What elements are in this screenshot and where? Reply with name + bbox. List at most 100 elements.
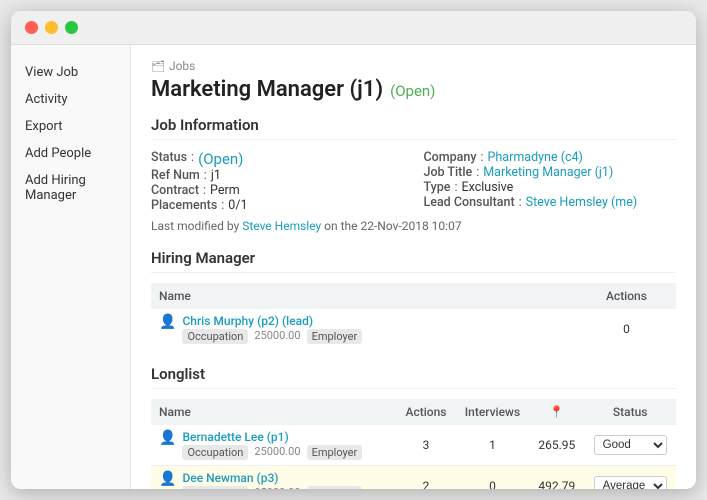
jobs-icon: 🗂 [151, 60, 165, 73]
content-area: View Job Activity Export Add People Add … [11, 45, 696, 489]
status-label: Status [151, 150, 187, 168]
ll-interviews-2: 0 [456, 466, 530, 490]
ll-occupation-tag-2: Occupation [182, 486, 248, 489]
refnum-value: j1 [211, 168, 221, 183]
breadcrumb-label: Jobs [169, 59, 195, 73]
contract-row: Contract : Perm [151, 183, 404, 198]
last-modified: Last modified by Steve Hemsley on the 22… [151, 219, 676, 233]
ll-status-select-1[interactable]: Good Average Poor [594, 435, 667, 455]
page-status-badge: (Open) [390, 82, 435, 100]
job-info-section: Job Information Status : (Open) Ref Num … [151, 116, 676, 233]
sidebar-item-add-hiring-manager[interactable]: Add Hiring Manager [11, 167, 130, 209]
sidebar-item-view-job[interactable]: View Job [11, 59, 130, 86]
main-window: View Job Activity Export Add People Add … [11, 11, 696, 489]
company-value[interactable]: Pharmadyne (c4) [488, 150, 583, 165]
hm-person-cell: 👤 Chris Murphy (p2) (lead) Occupation 25… [151, 309, 577, 349]
ll-person-name-1[interactable]: Bernadette Lee (p1) [182, 430, 362, 444]
last-modified-person[interactable]: Steve Hemsley [242, 219, 321, 233]
main-content: 🗂 Jobs Marketing Manager (j1) (Open) Job… [131, 45, 696, 489]
close-button[interactable] [25, 21, 38, 34]
ll-salary-2: 25000.00 [254, 486, 300, 489]
hm-actions-cell: 0 [577, 309, 676, 349]
sidebar-item-add-people[interactable]: Add People [11, 140, 130, 167]
ll-person-details-2: Occupation 25000.00 Employer [182, 486, 362, 489]
lead-consultant-label: Lead Consultant [424, 195, 515, 210]
ll-person-cell-2: 👤 Dee Newman (p3) Occupation 25000.00 Em… [151, 466, 397, 490]
hm-col-actions: Actions [577, 283, 676, 309]
person-icon: 👤 [159, 430, 176, 446]
hm-employer-tag: Employer [307, 329, 363, 344]
jobtitle-row: Job Title : Marketing Manager (j1) [424, 165, 677, 180]
hm-salary: 25000.00 [254, 329, 300, 344]
ll-person-name-2[interactable]: Dee Newman (p3) [182, 471, 362, 485]
ll-interviews-1: 1 [456, 425, 530, 466]
placements-row: Placements : 0/1 [151, 198, 404, 213]
job-info-left: Status : (Open) Ref Num : j1 Contract : [151, 150, 404, 213]
hiring-manager-title: Hiring Manager [151, 249, 676, 273]
ll-col-pin: 📍 [529, 399, 584, 425]
jobtitle-value[interactable]: Marketing Manager (j1) [483, 165, 613, 180]
company-row: Company : Pharmadyne (c4) [424, 150, 677, 165]
title-bar [11, 11, 696, 45]
ll-salary-1: 25000.00 [254, 445, 300, 460]
job-info-title: Job Information [151, 116, 676, 140]
lead-consultant-row: Lead Consultant : Steve Hemsley (me) [424, 195, 677, 210]
person-icon: 👤 [159, 471, 176, 487]
hiring-manager-section: Hiring Manager Name Actions 👤 [151, 249, 676, 349]
ll-col-actions: Actions [397, 399, 456, 425]
jobtitle-label: Job Title [424, 165, 473, 180]
hiring-manager-header-row: Name Actions [151, 283, 676, 309]
ll-pin-1: 265.95 [529, 425, 584, 466]
ll-person-info-2: Dee Newman (p3) Occupation 25000.00 Empl… [182, 471, 362, 489]
ll-col-interviews: Interviews [456, 399, 530, 425]
ll-employer-tag-1: Employer [307, 445, 363, 460]
last-modified-prefix: Last modified by [151, 219, 239, 233]
ll-person-details-1: Occupation 25000.00 Employer [182, 445, 362, 460]
placements-label: Placements [151, 198, 217, 213]
ll-employer-tag-2: Employer [307, 486, 363, 489]
ll-actions-1: 3 [397, 425, 456, 466]
maximize-button[interactable] [65, 21, 78, 34]
contract-value: Perm [210, 183, 240, 198]
hm-person-name[interactable]: Chris Murphy (p2) (lead) [182, 314, 362, 328]
longlist-header-row: Name Actions Interviews 📍 Status [151, 399, 676, 425]
hm-occupation-tag: Occupation [182, 329, 248, 344]
ll-occupation-tag-1: Occupation [182, 445, 248, 460]
contract-label: Contract [151, 183, 199, 198]
table-row: 👤 Chris Murphy (p2) (lead) Occupation 25… [151, 309, 676, 349]
hiring-manager-table: Name Actions 👤 Chris Murphy (p2) (lead) [151, 283, 676, 349]
refnum-label: Ref Num [151, 168, 200, 183]
sidebar: View Job Activity Export Add People Add … [11, 45, 131, 489]
ll-actions-2: 2 [397, 466, 456, 490]
job-info-right: Company : Pharmadyne (c4) Job Title : Ma… [424, 150, 677, 213]
longlist-title: Longlist [151, 365, 676, 389]
status-value[interactable]: (Open) [198, 150, 243, 168]
status-row: Status : (Open) [151, 150, 404, 168]
ll-person-info-1: Bernadette Lee (p1) Occupation 25000.00 … [182, 430, 362, 460]
type-value: Exclusive [462, 180, 514, 195]
placements-value: 0/1 [228, 198, 247, 213]
last-modified-suffix: on the 22-Nov-2018 10:07 [324, 219, 461, 233]
hm-person-details: Occupation 25000.00 Employer [182, 329, 362, 344]
sidebar-item-activity[interactable]: Activity [11, 86, 130, 113]
ll-person-cell-1: 👤 Bernadette Lee (p1) Occupation 25000.0… [151, 425, 397, 466]
hm-person-info: Chris Murphy (p2) (lead) Occupation 2500… [182, 314, 362, 344]
sidebar-item-export[interactable]: Export [11, 113, 130, 140]
table-row: 👤 Bernadette Lee (p1) Occupation 25000.0… [151, 425, 676, 466]
ll-status-select-2[interactable]: Good Average Poor [594, 476, 667, 489]
breadcrumb: 🗂 Jobs [151, 59, 676, 73]
page-title: Marketing Manager (j1) (Open) [151, 77, 676, 102]
ll-col-status: Status [584, 399, 676, 425]
lead-consultant-value[interactable]: Steve Hemsley (me) [526, 195, 638, 210]
longlist-table: Name Actions Interviews 📍 Status 👤 [151, 399, 676, 489]
company-label: Company [424, 150, 477, 165]
page-title-main: Marketing Manager (j1) [151, 77, 383, 102]
hm-col-name: Name [151, 283, 577, 309]
type-label: Type [424, 180, 451, 195]
minimize-button[interactable] [45, 21, 58, 34]
ll-status-cell-2[interactable]: Good Average Poor [584, 466, 676, 490]
table-row: 👤 Dee Newman (p3) Occupation 25000.00 Em… [151, 466, 676, 490]
type-row: Type : Exclusive [424, 180, 677, 195]
person-icon: 👤 [159, 314, 176, 330]
ll-status-cell-1[interactable]: Good Average Poor [584, 425, 676, 466]
